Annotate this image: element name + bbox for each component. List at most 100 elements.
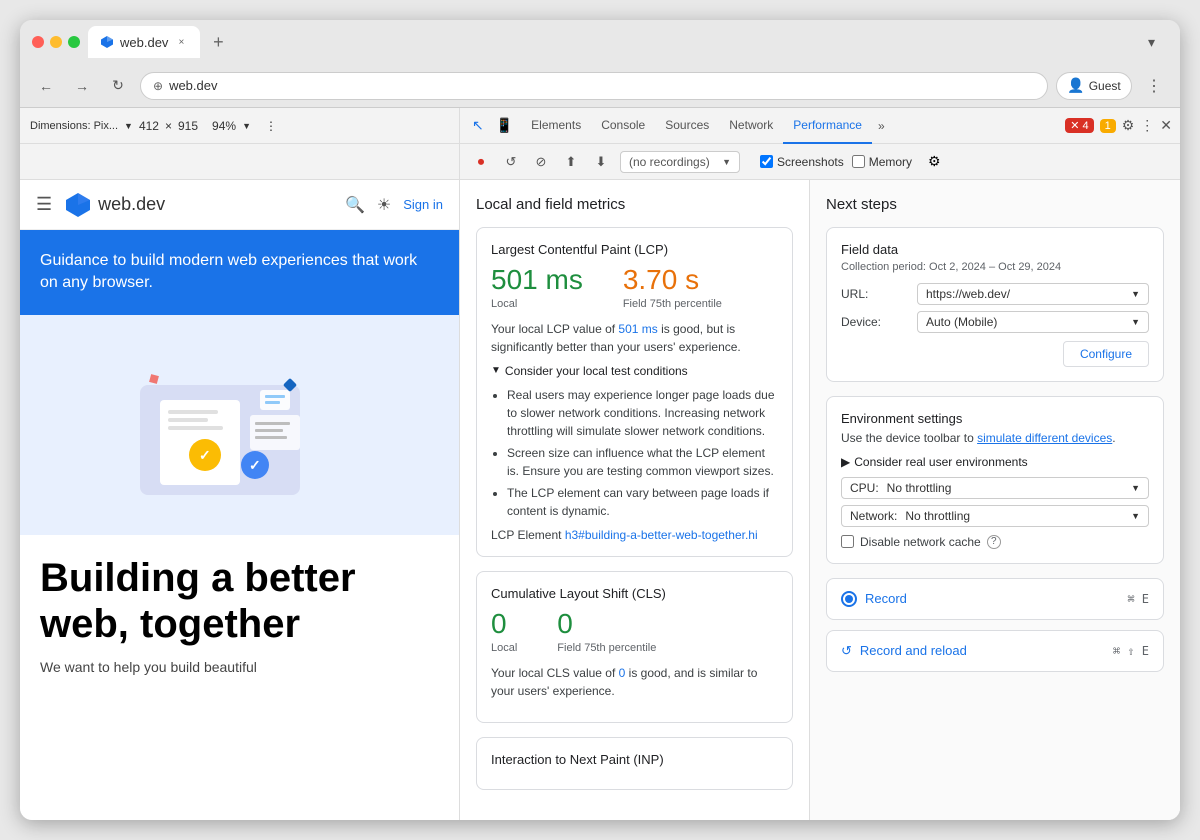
upload-button[interactable]: ⬆ [560, 151, 582, 173]
minimize-button[interactable] [50, 36, 62, 48]
record-reload-label[interactable]: Record and reload [860, 643, 967, 658]
network-row: Network: No throttling ▼ [841, 505, 1149, 527]
simulate-devices-link[interactable]: simulate different devices [977, 431, 1112, 445]
device-tool-icon[interactable]: 📱 [492, 117, 517, 134]
tab-performance[interactable]: Performance [783, 108, 872, 144]
maximize-button[interactable] [68, 36, 80, 48]
env-description: Use the device toolbar to simulate diffe… [841, 430, 1149, 447]
tab-more-button[interactable]: » [872, 115, 891, 137]
performance-panel: Local and field metrics Largest Contentf… [460, 180, 810, 820]
device-dropdown-value: Auto (Mobile) [926, 315, 997, 329]
screenshots-checkbox[interactable] [760, 155, 773, 168]
url-dropdown[interactable]: https://web.dev/ ▼ [917, 283, 1149, 305]
devtools-close-icon[interactable]: ✕ [1160, 117, 1172, 134]
zoom-dropdown-icon[interactable]: ▼ [242, 121, 251, 131]
profile-avatar-icon: 👤 [1067, 77, 1084, 94]
configure-button[interactable]: Configure [1063, 341, 1149, 367]
dimensions-width: 412 [139, 119, 159, 133]
tab-elements[interactable]: Elements [521, 108, 591, 144]
field-data-card: Field data Collection period: Oct 2, 202… [826, 227, 1164, 382]
device-dropdown[interactable]: Auto (Mobile) ▼ [917, 311, 1149, 333]
record-shortcut: ⌘ E [1127, 592, 1149, 606]
cpu-dropdown[interactable]: CPU: No throttling ▼ [841, 477, 1149, 499]
rec-right-section: ⏺ ↺ ⊘ ⬆ ⬇ (no recordings) ▼ Screenshots … [460, 144, 1180, 179]
cls-title: Cumulative Layout Shift (CLS) [491, 586, 778, 601]
record-label[interactable]: Record [865, 591, 907, 606]
disable-cache-checkbox[interactable] [841, 535, 854, 548]
env-expand-arrow: ▶ [841, 455, 850, 469]
record-circle-button[interactable]: ⏺ [470, 151, 492, 173]
url-bar[interactable]: ⊕ web.dev [140, 72, 1048, 100]
lcp-title: Largest Contentful Paint (LCP) [491, 242, 778, 257]
memory-checkbox[interactable] [852, 155, 865, 168]
env-title: Environment settings [841, 411, 1149, 426]
record-reload-card: ↺ Record and reload ⌘ ⇧ E [826, 630, 1164, 672]
search-icon[interactable]: 🔍 [345, 195, 365, 215]
error-count: 4 [1082, 120, 1088, 132]
tab-favicon [100, 35, 114, 49]
lcp-bullet-1: Real users may experience longer page lo… [507, 386, 778, 440]
lcp-local-group: 501 ms Local [491, 265, 583, 310]
pointer-tool-icon[interactable]: ↖ [468, 117, 488, 134]
theme-toggle-icon[interactable]: ☀ [377, 195, 391, 215]
warning-count: 1 [1105, 120, 1111, 132]
cls-description: Your local CLS value of 0 is good, and i… [491, 664, 778, 700]
reload-record-button[interactable]: ↺ [500, 151, 522, 173]
url-field-row: URL: https://web.dev/ ▼ [841, 283, 1149, 305]
tab-close-button[interactable]: × [174, 35, 188, 49]
lcp-local-value: 501 ms [491, 265, 583, 296]
env-expand[interactable]: ▶ Consider real user environments [841, 455, 1149, 469]
network-label: Network: [850, 509, 897, 523]
warning-badge: 1 [1100, 119, 1116, 133]
sub-text: We want to help you build beautiful [40, 659, 439, 675]
cache-row: Disable network cache ? [841, 535, 1149, 549]
lcp-element-link[interactable]: h3#building-a-better-web-together.hi [565, 528, 758, 542]
cls-field-group: 0 Field 75th percentile [557, 609, 656, 654]
network-dropdown[interactable]: Network: No throttling ▼ [841, 505, 1149, 527]
cls-local-label: Local [491, 642, 517, 654]
tab-bar: web.dev × + [88, 26, 1140, 58]
new-tab-button[interactable]: + [204, 28, 232, 56]
signin-button[interactable]: Sign in [403, 197, 443, 212]
tab-console[interactable]: Console [591, 108, 655, 144]
url-dropdown-arrow: ▼ [1131, 289, 1140, 299]
tab-sources[interactable]: Sources [655, 108, 719, 144]
download-button[interactable]: ⬇ [590, 151, 612, 173]
lcp-field-label: Field 75th percentile [623, 298, 722, 310]
screenshots-label: Screenshots [760, 155, 844, 169]
forward-button[interactable]: → [68, 72, 96, 100]
clear-button[interactable]: ⊘ [530, 151, 552, 173]
record-left: Record [841, 591, 907, 607]
tab-title: web.dev [120, 35, 168, 50]
devtools-settings-icon[interactable]: ⚙ [1122, 117, 1135, 134]
cache-help-icon[interactable]: ? [987, 535, 1001, 549]
webdev-logo-icon [64, 191, 92, 219]
profile-button[interactable]: 👤 Guest [1056, 72, 1132, 100]
inp-card: Interaction to Next Paint (INP) [476, 737, 793, 790]
no-recordings-text: (no recordings) [629, 155, 710, 169]
lcp-bullet-2: Screen size can influence what the LCP e… [507, 444, 778, 480]
network-value: No throttling [905, 509, 970, 523]
refresh-button[interactable]: ↻ [104, 72, 132, 100]
dimensions-dropdown-icon[interactable]: ▼ [124, 121, 133, 131]
url-dropdown-value: https://web.dev/ [926, 287, 1010, 301]
record-icon-inner [845, 595, 853, 603]
inp-title: Interaction to Next Paint (INP) [491, 752, 778, 767]
expand-arrow-icon: ▼ [491, 365, 501, 376]
hamburger-icon[interactable]: ☰ [36, 194, 52, 215]
cls-local-value: 0 [491, 609, 517, 640]
capture-settings-icon[interactable]: ⚙ [928, 153, 941, 170]
browser-menu-button[interactable]: ⋮ [1140, 72, 1168, 100]
traffic-lights [32, 36, 80, 48]
lcp-field-value: 3.70 s [623, 265, 722, 296]
recordings-dropdown[interactable]: (no recordings) ▼ [620, 151, 740, 173]
window-more-icon[interactable]: ▾ [1148, 34, 1168, 51]
more-options-icon[interactable]: ⋮ [265, 119, 277, 133]
close-button[interactable] [32, 36, 44, 48]
error-badge: ✕ 4 [1065, 118, 1093, 133]
tab-network[interactable]: Network [719, 108, 783, 144]
active-tab[interactable]: web.dev × [88, 26, 200, 58]
devtools-kebab-icon[interactable]: ⋮ [1140, 117, 1154, 134]
back-button[interactable]: ← [32, 72, 60, 100]
lcp-expand-section[interactable]: ▼ Consider your local test conditions [491, 364, 778, 378]
